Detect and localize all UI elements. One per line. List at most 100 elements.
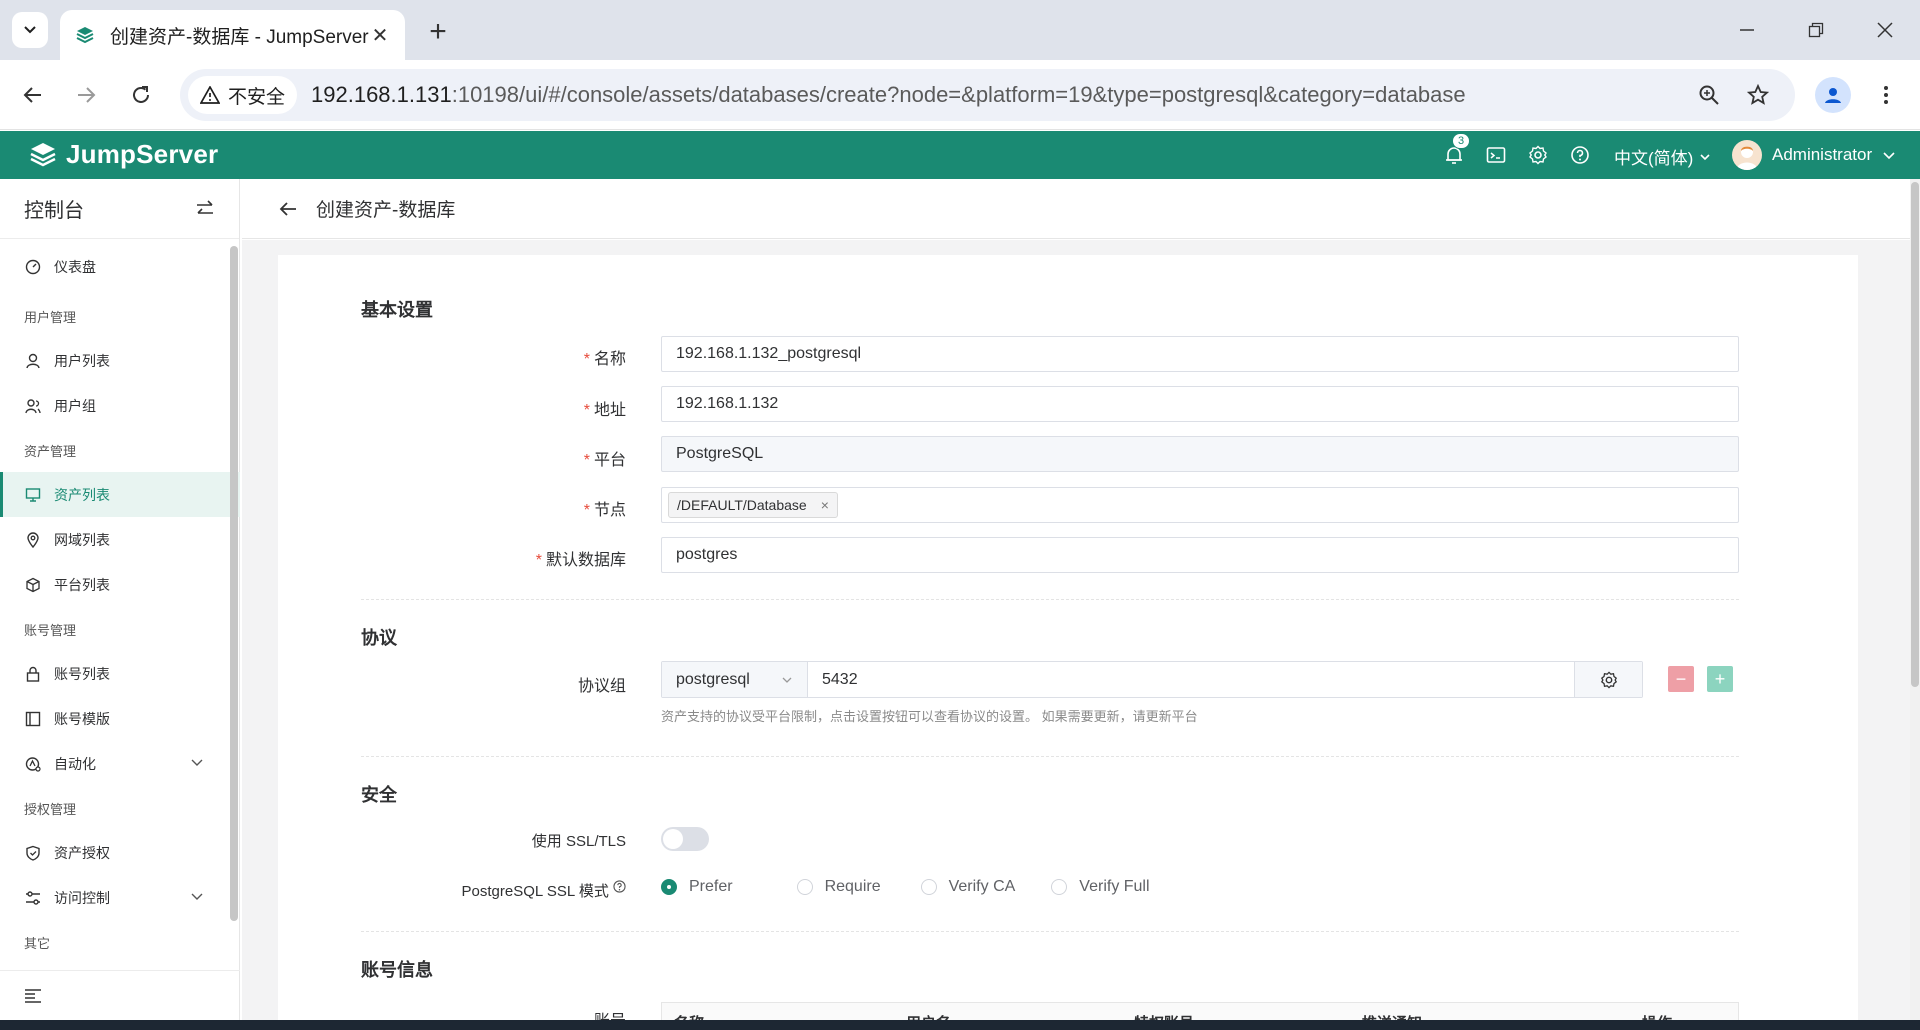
profile-button[interactable]: [1815, 77, 1851, 113]
default-db-label: * 默认数据库: [535, 552, 626, 569]
remove-protocol-button[interactable]: −: [1668, 666, 1694, 692]
user-menu[interactable]: Administrator: [1732, 140, 1896, 170]
section-title-account: 账号信息: [361, 960, 433, 980]
close-icon: [1877, 22, 1893, 38]
security-chip[interactable]: 不安全: [188, 76, 298, 114]
brand-name: JumpServer: [66, 139, 219, 169]
minimize-button[interactable]: [1722, 12, 1772, 48]
protocol-group-label: 协议组: [577, 678, 626, 695]
divider: [361, 756, 1739, 757]
warning-icon: [200, 86, 220, 104]
name-input[interactable]: 192.168.1.132_postgresql: [661, 336, 1739, 372]
ssl-mode-prefer[interactable]: Prefer: [661, 878, 733, 896]
ssl-toggle[interactable]: [661, 827, 709, 851]
ssl-mode-label: PostgreSQL SSL 模式: [366, 880, 626, 901]
settings-button[interactable]: [1526, 143, 1550, 167]
dashboard-icon: [24, 258, 42, 276]
collapse-sidebar-button[interactable]: [0, 970, 240, 1020]
location-icon: [24, 531, 42, 549]
close-icon[interactable]: ×: [821, 497, 829, 513]
language-label: 中文(简体): [1614, 149, 1694, 168]
web-terminal-button[interactable]: [1484, 143, 1508, 167]
close-icon[interactable]: ✕: [369, 24, 391, 47]
sidebar-item-user-list[interactable]: 用户列表: [0, 338, 240, 383]
node-select[interactable]: /DEFAULT/Database ×: [661, 487, 1739, 523]
ssl-mode-verify-full[interactable]: Verify Full: [1051, 878, 1150, 896]
reload-button[interactable]: [123, 77, 159, 113]
sidebar-header: 控制台: [0, 179, 239, 239]
sidebar-item-label: 账号列表: [54, 665, 110, 682]
sidebar-item-user-group[interactable]: 用户组: [0, 383, 240, 428]
protocol-row: postgresql 5432: [661, 661, 1643, 698]
restore-button[interactable]: [1791, 12, 1841, 48]
sidebar-item-label: 资产列表: [54, 486, 110, 503]
address-input[interactable]: 192.168.1.132: [661, 386, 1739, 422]
tab-search-button[interactable]: [12, 12, 48, 48]
ssl-mode-verify-ca[interactable]: Verify CA: [920, 878, 1016, 896]
protocol-settings-button[interactable]: [1574, 662, 1642, 697]
back-arrow-icon[interactable]: [278, 200, 298, 218]
gear-icon: [1600, 670, 1617, 689]
browser-menu-button[interactable]: [1868, 77, 1904, 113]
ssl-mode-require[interactable]: Require: [796, 878, 881, 896]
address-bar[interactable]: 不安全 192.168.1.131:10198/ui/#/console/ass…: [180, 69, 1795, 121]
sidebar-item-account-list[interactable]: 账号列表: [0, 651, 240, 696]
more-vertical-icon: [1884, 86, 1888, 104]
add-protocol-button[interactable]: +: [1707, 666, 1733, 692]
forward-button[interactable]: [68, 77, 104, 113]
arrow-left-icon: [23, 87, 41, 103]
protocol-port-input[interactable]: 5432: [808, 662, 1574, 697]
page-header: 创建资产-数据库: [242, 179, 1910, 239]
help-icon[interactable]: [613, 880, 626, 893]
switch-view-icon[interactable]: [195, 199, 215, 218]
new-tab-button[interactable]: +: [420, 14, 456, 50]
default-db-input[interactable]: postgres: [661, 537, 1739, 573]
lock-icon: [24, 665, 42, 683]
os-taskbar: [0, 1020, 1920, 1030]
arrow-right-icon: [78, 87, 96, 103]
notification-badge: 3: [1452, 133, 1470, 149]
sidebar-item-zone-list[interactable]: 网域列表: [0, 517, 240, 562]
chevron-down-icon: [782, 677, 792, 683]
sidebar-item-label: 资产授权: [54, 844, 110, 861]
language-switcher[interactable]: 中文(简体): [1614, 144, 1711, 169]
security-label: 不安全: [228, 86, 286, 108]
automation-icon: [24, 755, 42, 773]
sidebar-group-accounts: 账号管理: [24, 622, 77, 638]
protocol-select[interactable]: postgresql: [662, 662, 808, 697]
search-icon: [1699, 85, 1719, 105]
plus-icon: +: [1714, 668, 1726, 689]
protocol-hint: 资产支持的协议受平台限制，点击设置按钮可以查看协议的设置。 如果需要更新，请更新…: [661, 709, 1198, 724]
cube-icon: [24, 576, 42, 594]
help-button[interactable]: [1568, 143, 1592, 167]
sidebar-item-platform-list[interactable]: 平台列表: [0, 562, 240, 607]
sidebar-item-access-control[interactable]: 访问控制: [0, 875, 240, 920]
minus-icon: −: [1675, 668, 1687, 689]
bookmark-button[interactable]: [1740, 77, 1776, 113]
tab-title: 创建资产-数据库 - JumpServer: [110, 26, 369, 48]
gear-icon: [1529, 145, 1547, 165]
sidebar-item-automation[interactable]: 自动化: [0, 741, 240, 786]
radio-dot: [1051, 879, 1068, 895]
window-close-button[interactable]: [1860, 12, 1910, 48]
radio-label: Verify CA: [948, 878, 1016, 895]
main-scrollbar[interactable]: [1911, 182, 1919, 687]
toggle-knob: [663, 829, 683, 849]
zoom-button[interactable]: [1691, 77, 1727, 113]
browser-tab-bar: 创建资产-数据库 - JumpServer ✕ +: [0, 0, 1920, 60]
monitor-icon: [24, 486, 42, 504]
brand-logo[interactable]: JumpServer: [28, 139, 218, 170]
jumpserver-favicon-icon: [74, 24, 96, 46]
browser-tab-active[interactable]: 创建资产-数据库 - JumpServer ✕: [60, 10, 405, 60]
user-icon: [24, 352, 42, 370]
sidebar-scrollbar[interactable]: [230, 246, 238, 921]
url-text[interactable]: 192.168.1.131:10198/ui/#/console/assets/…: [311, 82, 1466, 108]
back-button[interactable]: [15, 77, 51, 113]
sidebar: 控制台 仪表盘 用户管理 用户列表 用户组 资产管理 资产列表 网域列表 平台列…: [0, 179, 240, 1020]
sidebar-item-account-template[interactable]: 账号模版: [0, 696, 240, 741]
platform-input[interactable]: PostgreSQL: [661, 436, 1739, 472]
sidebar-item-asset-list[interactable]: 资产列表: [0, 472, 240, 517]
sidebar-item-label: 访问控制: [54, 889, 110, 906]
sidebar-item-asset-perm[interactable]: 资产授权: [0, 830, 240, 875]
sidebar-item-dashboard[interactable]: 仪表盘: [0, 240, 240, 294]
